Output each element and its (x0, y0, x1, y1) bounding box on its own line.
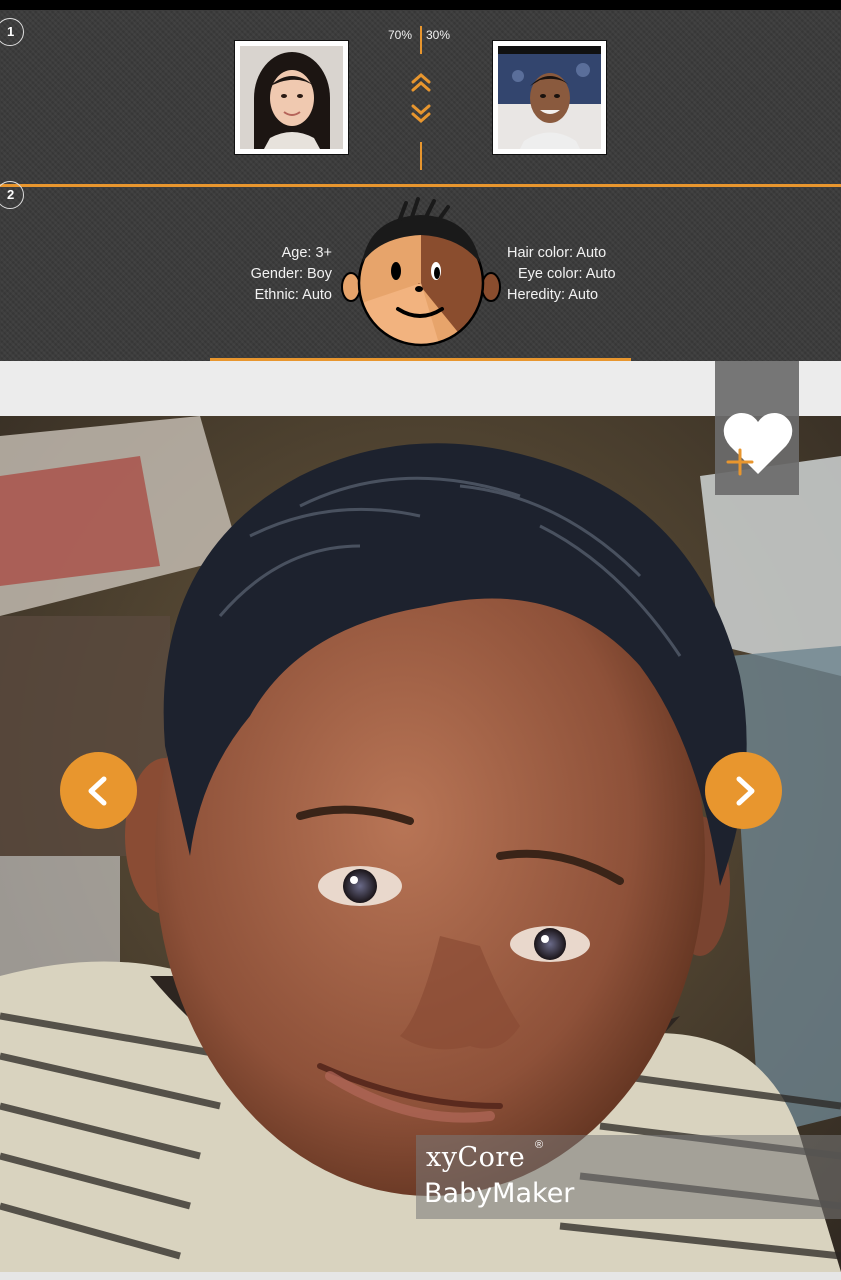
bottom-bar (0, 1272, 841, 1280)
step-1-badge: 1 (0, 18, 24, 46)
next-button[interactable] (705, 752, 782, 829)
previous-button[interactable] (60, 752, 137, 829)
ratio-divider-top (420, 26, 422, 54)
parent-2-image (498, 46, 601, 149)
eye-color-setting[interactable]: Eye color: Auto (507, 264, 647, 285)
age-setting[interactable]: Age: 3+ (200, 243, 332, 264)
parent-1-ratio: 70% (388, 28, 413, 42)
parent-2-photo[interactable] (492, 40, 607, 155)
ratio-divider-bottom (420, 142, 422, 170)
heredity-setting[interactable]: Heredity: Auto (507, 285, 647, 306)
parent-1-image (240, 46, 343, 149)
double-chevron-icon[interactable] (408, 70, 434, 126)
baby-face-icon[interactable] (340, 197, 502, 347)
parent-2-ratio: 30% (426, 28, 451, 42)
status-bar (0, 0, 841, 10)
baby-settings-panel[interactable]: 2 Age: 3+ Gender: Boy Ethnic: Auto Hair … (0, 181, 841, 361)
watermark-product: BabyMaker (424, 1178, 575, 1209)
chevron-left-icon (88, 776, 106, 805)
step-2-badge: 2 (0, 181, 24, 209)
hair-color-setting[interactable]: Hair color: Auto (507, 243, 647, 264)
heart-plus-icon[interactable] (720, 408, 796, 480)
gender-setting[interactable]: Gender: Boy (200, 264, 332, 285)
baby-params-right: Hair color: Auto Eye color: Auto Heredit… (507, 243, 647, 306)
watermark-registered: ® (535, 1139, 544, 1151)
watermark-brand: xyCore (426, 1142, 526, 1173)
parents-panel: 1 70% 30% (0, 10, 841, 184)
baby-params-left: Age: 3+ Gender: Boy Ethnic: Auto (200, 243, 332, 306)
ethnic-setting[interactable]: Ethnic: Auto (200, 285, 332, 306)
chevron-right-icon (736, 776, 754, 805)
parent-1-photo[interactable] (234, 40, 349, 155)
